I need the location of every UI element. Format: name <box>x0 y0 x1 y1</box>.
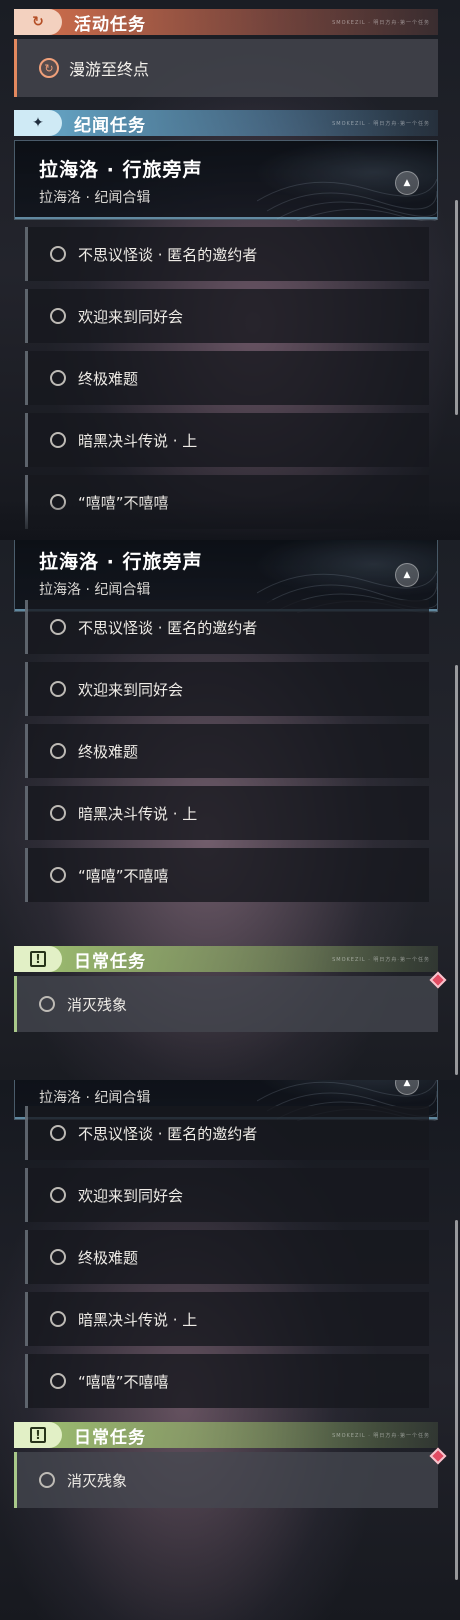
daily-quests-header: ! 日常任务 SMOKEZIL · 明日方舟·第一个任务 <box>14 1422 438 1448</box>
triangle-up-icon[interactable]: ▲ <box>395 563 419 587</box>
quest-label: 不思议怪谈 · 匿名的邀约者 <box>78 1124 258 1143</box>
quest-item[interactable]: 终极难题 <box>25 724 429 778</box>
quest-label: 欢迎来到同好会 <box>78 680 184 699</box>
circle-icon <box>39 996 55 1012</box>
quest-item[interactable]: 不思议怪谈 · 匿名的邀约者 <box>25 1106 429 1160</box>
circle-icon <box>50 1187 66 1203</box>
active-quests-title: 活动任务 <box>74 14 146 35</box>
circle-icon <box>50 432 66 448</box>
active-quests-header: ↻ 活动任务 SMOKEZIL · 明日方舟·第一个任务 <box>14 9 438 35</box>
quest-label: 暗黑决斗传说 · 上 <box>78 431 198 450</box>
quest-label: 欢迎来到同好会 <box>78 307 184 326</box>
series-subtitle: 拉海洛 · 纪闻合辑 <box>39 190 151 206</box>
circle-icon <box>50 1125 66 1141</box>
active-task-item[interactable]: ↻ 漫游至终点 <box>14 39 438 97</box>
quest-label: “嘻嘻”不嘻嘻 <box>78 1372 169 1391</box>
series-title: 拉海洛 · 行旅旁声 <box>39 159 203 181</box>
quest-label: 终极难题 <box>78 742 139 761</box>
quest-item[interactable]: 不思议怪谈 · 匿名的邀约者 <box>25 600 429 654</box>
quest-item[interactable]: 欢迎来到同好会 <box>25 1168 429 1222</box>
series-title: 拉海洛 · 行旅旁声 <box>39 1080 202 1082</box>
daily-task-item[interactable]: 消灭残象 <box>14 1447 447 1508</box>
quest-item[interactable]: “嘻嘻”不嘻嘻 <box>25 1354 429 1408</box>
scrollbar[interactable] <box>455 665 458 1075</box>
quest-item[interactable]: 欢迎来到同好会 <box>25 662 429 716</box>
series-subtitle: 拉海洛 · 纪闻合辑 <box>39 1090 151 1106</box>
quest-panel-frame-3: 拉海洛 · 行旅旁声 拉海洛 · 纪闻合辑 ▲ 不思议怪谈 · 匿名的邀约者 欢… <box>0 1080 460 1620</box>
scrollbar[interactable] <box>455 200 458 415</box>
header-tag: SMOKEZIL · 明日方舟·第一个任务 <box>332 120 430 127</box>
quest-label: 不思议怪谈 · 匿名的邀约者 <box>78 245 258 264</box>
triangle-up-icon[interactable]: ▲ <box>395 171 419 195</box>
daily-task-label: 消灭残象 <box>67 1471 128 1490</box>
circle-icon <box>50 308 66 324</box>
quest-label: 暗黑决斗传说 · 上 <box>78 1310 198 1329</box>
active-task-label: 漫游至终点 <box>69 60 150 79</box>
refresh-loop-icon: ↻ <box>39 58 59 78</box>
circle-icon <box>50 743 66 759</box>
sparkle-star-icon: ✦ <box>14 110 62 136</box>
circle-icon <box>50 1373 66 1389</box>
memoir-quests-title: 纪闻任务 <box>74 115 146 136</box>
quest-label: 欢迎来到同好会 <box>78 1186 184 1205</box>
quest-item[interactable]: 欢迎来到同好会 <box>25 289 429 343</box>
quest-panel-frame-1: ↻ 活动任务 SMOKEZIL · 明日方舟·第一个任务 ↻ 漫游至终点 ✦ 纪… <box>0 0 460 540</box>
quest-label: 暗黑决斗传说 · 上 <box>78 804 198 823</box>
quest-item[interactable]: 暗黑决斗传说 · 上 <box>25 413 429 467</box>
circle-icon <box>50 1249 66 1265</box>
exclamation-box-icon: ! <box>14 1422 62 1448</box>
circle-icon <box>50 805 66 821</box>
circle-icon <box>50 619 66 635</box>
quest-item[interactable]: 终极难题 <box>25 351 429 405</box>
header-tag: SMOKEZIL · 明日方舟·第一个任务 <box>332 956 430 963</box>
daily-quests-title: 日常任务 <box>74 1427 146 1448</box>
daily-task-label: 消灭残象 <box>67 995 128 1014</box>
scrollbar[interactable] <box>455 1220 458 1580</box>
header-tag: SMOKEZIL · 明日方舟·第一个任务 <box>332 1432 430 1439</box>
circle-icon <box>50 246 66 262</box>
header-tag: SMOKEZIL · 明日方舟·第一个任务 <box>332 19 430 26</box>
quest-label: 不思议怪谈 · 匿名的邀约者 <box>78 618 258 637</box>
quest-item[interactable]: 终极难题 <box>25 1230 429 1284</box>
quest-item[interactable]: “嘻嘻”不嘻嘻 <box>25 848 429 902</box>
refresh-loop-icon: ↻ <box>14 9 62 35</box>
quest-label: “嘻嘻”不嘻嘻 <box>78 866 169 885</box>
circle-icon <box>39 1472 55 1488</box>
diamond-badge-icon <box>429 1447 447 1465</box>
exclamation-box-icon: ! <box>14 946 62 972</box>
quest-item[interactable]: 暗黑决斗传说 · 上 <box>25 786 429 840</box>
circle-icon <box>50 370 66 386</box>
quest-label: 终极难题 <box>78 1248 139 1267</box>
circle-icon <box>50 867 66 883</box>
circle-icon <box>50 1311 66 1327</box>
daily-quests-header: ! 日常任务 SMOKEZIL · 明日方舟·第一个任务 <box>14 946 438 972</box>
fade-overlay <box>0 500 460 540</box>
quest-item[interactable]: 不思议怪谈 · 匿名的邀约者 <box>25 227 429 281</box>
circle-icon <box>50 681 66 697</box>
quest-panel-frame-2: 拉海洛 · 行旅旁声 拉海洛 · 纪闻合辑 ▲ 不思议怪谈 · 匿名的邀约者 欢… <box>0 540 460 1080</box>
series-card[interactable]: 拉海洛 · 行旅旁声 拉海洛 · 纪闻合辑 ▲ <box>14 140 438 221</box>
memoir-quests-header: ✦ 纪闻任务 SMOKEZIL · 明日方舟·第一个任务 <box>14 110 438 136</box>
daily-quests-title: 日常任务 <box>74 951 146 972</box>
daily-task-item[interactable]: 消灭残象 <box>14 971 447 1032</box>
diamond-badge-icon <box>429 971 447 989</box>
series-title: 拉海洛 · 行旅旁声 <box>39 551 203 573</box>
quest-item[interactable]: 暗黑决斗传说 · 上 <box>25 1292 429 1346</box>
series-subtitle: 拉海洛 · 纪闻合辑 <box>39 582 151 598</box>
quest-label: 终极难题 <box>78 369 139 388</box>
